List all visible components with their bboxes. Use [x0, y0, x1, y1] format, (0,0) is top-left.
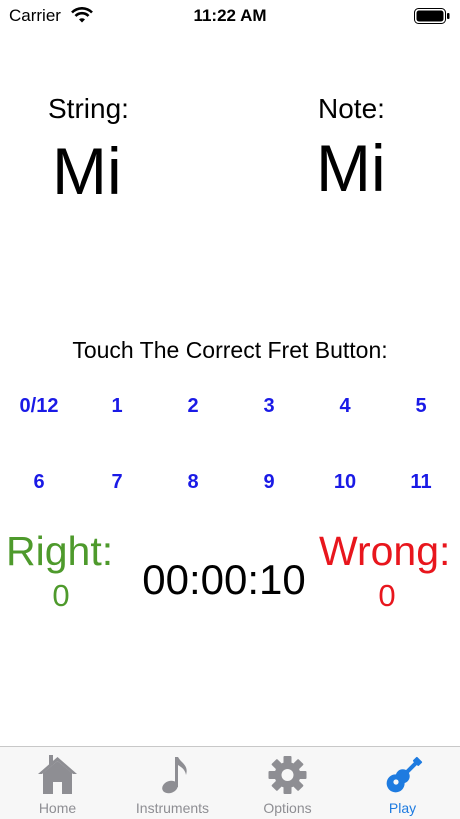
guitar-icon [345, 753, 460, 795]
wrong-label: Wrong: [319, 528, 451, 574]
tab-home-label: Home [38, 800, 77, 816]
fret-button-9[interactable]: 9 [239, 471, 299, 494]
battery-icon [414, 8, 450, 29]
string-label: String: [48, 93, 129, 124]
fret-button-8[interactable]: 8 [163, 471, 223, 494]
note-value: Mi [316, 131, 386, 205]
tab-play[interactable]: Play [345, 747, 460, 819]
tab-bar: Home Instruments Options Play [0, 746, 460, 819]
gear-icon [230, 753, 345, 795]
fret-button-6[interactable]: 6 [9, 471, 69, 494]
fret-button-10[interactable]: 10 [315, 471, 375, 494]
tab-play-label: Play [388, 800, 417, 816]
note-label: Note: [318, 93, 385, 124]
fret-button-11[interactable]: 11 [391, 471, 451, 494]
fret-button-0-12[interactable]: 0/12 [9, 395, 69, 418]
tab-instruments-label: Instruments [135, 800, 210, 816]
fret-button-5[interactable]: 5 [391, 395, 451, 418]
fret-button-4[interactable]: 4 [315, 395, 375, 418]
music-note-icon [115, 753, 230, 795]
fret-button-3[interactable]: 3 [239, 395, 299, 418]
fret-button-7[interactable]: 7 [87, 471, 147, 494]
string-value: Mi [52, 134, 122, 208]
clock: 11:22 AM [193, 6, 267, 25]
fret-button-2[interactable]: 2 [163, 395, 223, 418]
instruction-text: Touch The Correct Fret Button: [72, 337, 388, 363]
tab-options-label: Options [263, 800, 312, 816]
fret-button-1[interactable]: 1 [87, 395, 147, 418]
wrong-count: 0 [378, 578, 396, 613]
tab-instruments[interactable]: Instruments [115, 747, 230, 819]
tab-options[interactable]: Options [230, 747, 345, 819]
status-bar: Carrier 11:22 AM [0, 0, 460, 32]
home-icon [0, 753, 115, 795]
tab-home[interactable]: Home [0, 747, 115, 819]
